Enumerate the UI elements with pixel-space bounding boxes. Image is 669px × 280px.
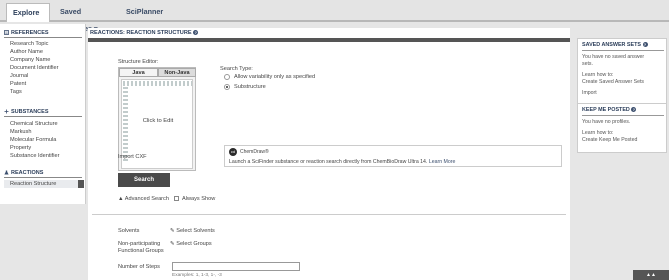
create-keep-me-posted-link[interactable]: Create Keep Me Posted xyxy=(582,137,637,143)
structure-editor-label: Structure Editor: xyxy=(118,59,159,65)
editor-toolbar xyxy=(123,81,192,86)
nonparticipating-label-line2: Functional Groups xyxy=(118,248,164,254)
main-panel: REACTIONS: REACTION STRUCTURE ? Structur… xyxy=(88,28,570,280)
top-navigation: Explore ▾ Saved Searches ▾ SciPlanner xyxy=(0,0,669,34)
tab-java[interactable]: Java xyxy=(119,68,158,77)
radio-label: Substructure xyxy=(234,84,266,90)
search-button[interactable]: Search xyxy=(118,173,170,187)
select-groups-label: Select Groups xyxy=(176,241,212,247)
tab-saved-searches[interactable]: Saved Searches ▾ xyxy=(54,3,116,33)
radio-label: Allow variability only as specified xyxy=(234,74,316,80)
always-show-checkbox[interactable] xyxy=(174,196,179,201)
sidebar-item-company-name[interactable]: Company Name xyxy=(10,57,50,63)
sidebar-item-substance-identifier[interactable]: Substance Identifier xyxy=(10,153,59,159)
learn-how-label: Learn how to: xyxy=(582,72,614,78)
advanced-search-label: Advanced Search xyxy=(124,196,169,202)
chemdraw-brand: ChemDraw® xyxy=(240,149,269,155)
section-references: REFERENCES xyxy=(4,30,49,36)
saved-answer-sets-title: SAVED ANSWER SETS ? xyxy=(582,42,648,48)
empty-message: You have no saved answer xyxy=(582,54,645,60)
divider xyxy=(4,116,82,117)
tab-non-java[interactable]: Non-Java xyxy=(158,68,196,77)
divider xyxy=(4,177,82,178)
tab-sciplanner[interactable]: SciPlanner xyxy=(120,3,164,22)
sidebar-item-markush[interactable]: Markush xyxy=(10,129,31,135)
page-title-text: REACTIONS: REACTION STRUCTURE xyxy=(90,30,192,36)
advanced-search-toggle[interactable]: ▲ Advanced Search xyxy=(118,196,169,202)
search-type-label: Search Type: xyxy=(220,66,253,72)
divider xyxy=(582,50,664,51)
import-link[interactable]: Import xyxy=(582,90,597,96)
import-cxf-link[interactable]: Import CXF xyxy=(118,154,147,160)
flask-icon xyxy=(4,170,9,175)
pencil-icon: ✎ xyxy=(170,241,175,247)
click-to-edit-text: Click to Edit xyxy=(142,118,174,124)
chemdraw-promo: cd ChemDraw® Launch a SciFinder substanc… xyxy=(224,145,562,167)
sidebar-item-author-name[interactable]: Author Name xyxy=(10,49,43,55)
triangle-icon: ▲ xyxy=(118,196,124,202)
nonparticipating-label: Non-participating xyxy=(118,241,161,247)
sidebar-item-chemical-structure[interactable]: Chemical Structure xyxy=(10,121,58,127)
left-sidebar: REFERENCES Research Topic Author Name Co… xyxy=(0,24,86,204)
number-of-steps-label: Number of Steps xyxy=(118,264,160,270)
section-reactions: REACTIONS xyxy=(4,170,43,176)
sidebar-item-tags[interactable]: Tags xyxy=(10,89,22,95)
no-profiles-message: You have no profiles. xyxy=(582,119,631,125)
chemdraw-text: Launch a SciFinder substance or reaction… xyxy=(229,159,455,165)
sidebar-item-reaction-structure[interactable]: Reaction Structure xyxy=(4,180,84,188)
document-icon xyxy=(4,30,9,35)
sidebar-item-patent[interactable]: Patent xyxy=(10,81,26,87)
help-icon[interactable]: ? xyxy=(642,42,648,47)
reactions-title: REACTIONS xyxy=(11,170,44,176)
solvents-label: Solvents xyxy=(118,228,140,234)
sidebar-item-document-identifier[interactable]: Document Identifier xyxy=(10,65,59,71)
steps-examples: Examples: 1, 1-3, 1-, -3 xyxy=(172,273,222,278)
molecule-icon xyxy=(4,109,9,114)
chemdraw-description: Launch a SciFinder substance or reaction… xyxy=(229,159,428,165)
always-show-label: Always Show xyxy=(182,196,216,202)
help-icon[interactable]: ? xyxy=(193,30,199,35)
sidebar-item-research-topic[interactable]: Research Topic xyxy=(10,41,48,47)
select-solvents-label: Select Solvents xyxy=(176,228,215,234)
select-solvents-link[interactable]: ✎ Select Solvents xyxy=(170,228,215,234)
empty-message-line2: sets. xyxy=(582,61,593,67)
saved-answer-sets-title-text: SAVED ANSWER SETS xyxy=(582,42,642,48)
create-saved-answer-sets-link[interactable]: Create Saved Answer Sets xyxy=(582,79,644,85)
keep-me-posted-panel: KEEP ME POSTED ? You have no profiles. L… xyxy=(577,103,667,153)
radio-substructure[interactable] xyxy=(224,84,230,90)
number-of-steps-input[interactable] xyxy=(172,262,300,271)
corner-widget[interactable]: ▲▲ xyxy=(633,270,669,280)
references-title: REFERENCES xyxy=(11,30,49,36)
learn-how-label: Learn how to: xyxy=(582,130,614,136)
keep-me-posted-title-text: KEEP ME POSTED xyxy=(582,107,630,113)
sidebar-item-label: Reaction Structure xyxy=(10,181,57,187)
sidebar-item-molecular-formula[interactable]: Molecular Formula xyxy=(10,137,56,143)
divider xyxy=(92,214,566,215)
pencil-icon: ✎ xyxy=(170,228,175,234)
tab-explore[interactable]: Explore ▾ xyxy=(6,3,50,34)
chemdraw-logo-icon: cd xyxy=(229,148,237,156)
divider xyxy=(4,37,82,38)
select-groups-link[interactable]: ✎ Select Groups xyxy=(170,241,212,247)
editor-side-toolbar xyxy=(123,87,128,161)
divider xyxy=(582,115,664,116)
keep-me-posted-title: KEEP ME POSTED ? xyxy=(582,107,637,113)
title-bar xyxy=(88,38,570,42)
sidebar-item-property[interactable]: Property xyxy=(10,145,31,151)
learn-more-link[interactable]: Learn More xyxy=(429,159,456,165)
page-title: REACTIONS: REACTION STRUCTURE ? xyxy=(90,30,199,36)
selected-indicator xyxy=(78,180,84,188)
sidebar-item-journal[interactable]: Journal xyxy=(10,73,28,79)
help-icon[interactable]: ? xyxy=(631,107,637,112)
substances-title: SUBSTANCES xyxy=(11,109,49,115)
section-substances: SUBSTANCES xyxy=(4,109,49,115)
radio-allow-variability[interactable] xyxy=(224,74,230,80)
